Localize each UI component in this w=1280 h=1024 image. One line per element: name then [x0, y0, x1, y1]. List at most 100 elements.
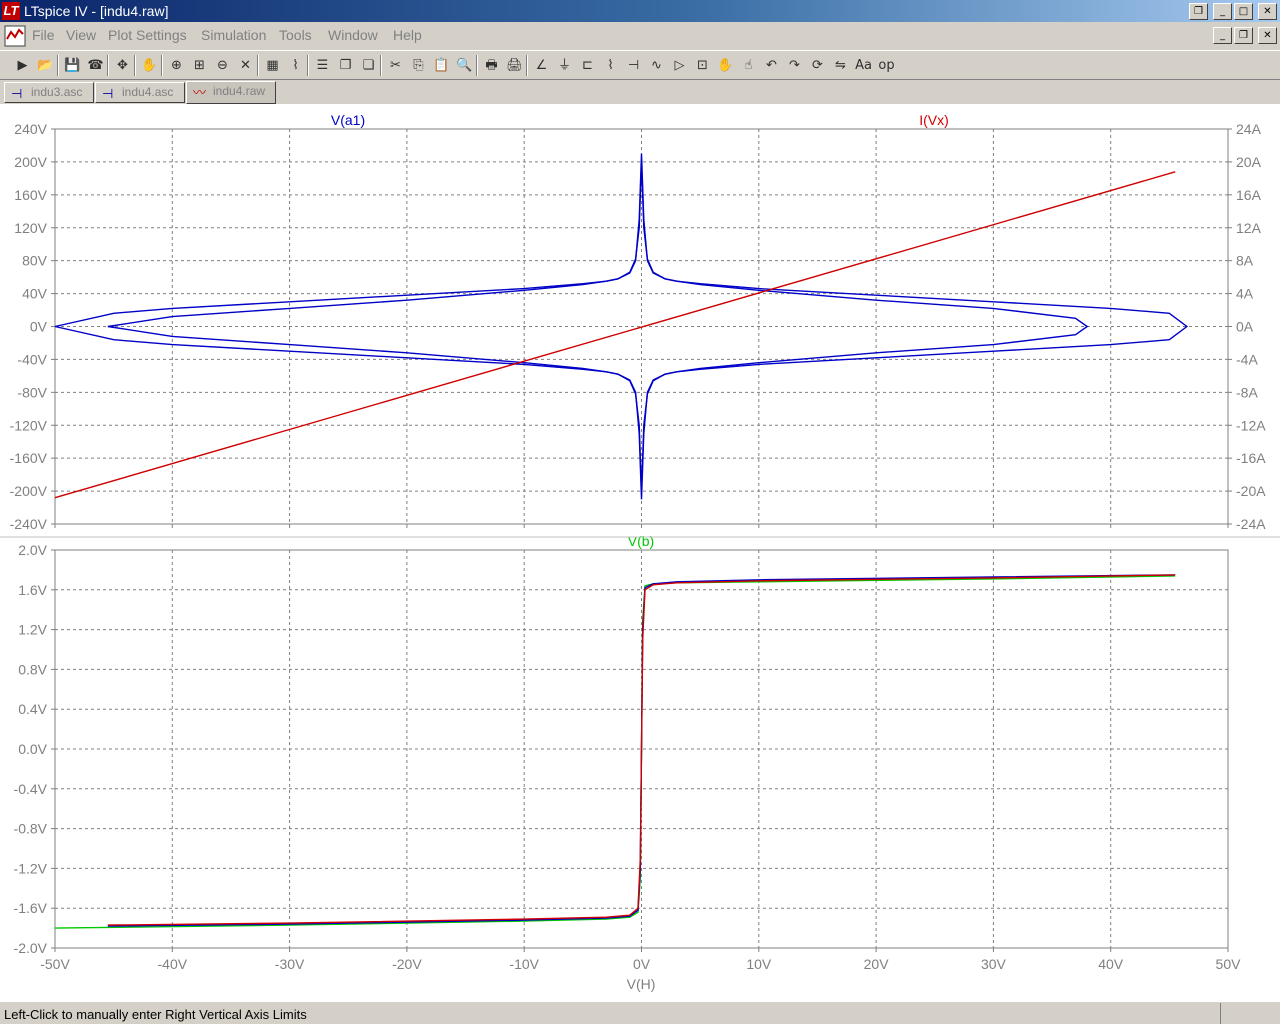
tile-horizontal-icon[interactable]: ☰: [314, 57, 331, 74]
zoom-in-icon[interactable]: ⊕: [168, 57, 185, 74]
left-axis-tick-label[interactable]: -0.4V: [14, 781, 48, 797]
left-axis-tick-label[interactable]: -1.2V: [14, 860, 48, 876]
doc-minimize-button[interactable]: _: [1213, 27, 1232, 44]
save-icon[interactable]: 💾: [64, 57, 81, 74]
left-axis-tick-label[interactable]: -2.0V: [14, 940, 48, 956]
autorange-icon[interactable]: ✥: [114, 57, 131, 74]
right-axis-tick-label[interactable]: 8A: [1236, 253, 1254, 269]
right-axis-tick-label[interactable]: 4A: [1236, 286, 1254, 302]
waveform-viewer[interactable]: 240V 200V 160V 120V 80V 40V 0V -40V -80V -120V -16…: [0, 104, 1280, 1002]
right-axis-tick-label[interactable]: 24A: [1236, 121, 1262, 137]
resistor-icon[interactable]: ⌇: [602, 57, 619, 74]
toolbar-separator: [134, 55, 136, 76]
ground-icon[interactable]: ⏚: [556, 57, 573, 74]
right-axis-tick-label[interactable]: -24A: [1236, 516, 1266, 532]
left-axis-tick-label[interactable]: -0.8V: [14, 821, 48, 837]
menu-tools[interactable]: Tools: [279, 27, 312, 43]
tile-vertical-icon[interactable]: ❏: [360, 57, 377, 74]
left-axis-tick-label[interactable]: 240V: [14, 121, 47, 137]
zoom-out-icon[interactable]: ⊖: [214, 57, 231, 74]
menu-simulation[interactable]: Simulation: [201, 27, 266, 43]
tab-indu4-asc[interactable]: ⊣ indu4.asc: [95, 82, 185, 103]
restore-icon[interactable]: ❐: [1189, 3, 1208, 20]
left-axis-tick-label[interactable]: 120V: [14, 220, 47, 236]
x-tick-label: -10V: [509, 956, 539, 972]
left-axis-tick-label[interactable]: 160V: [14, 187, 47, 203]
x-axis-label[interactable]: V(H): [627, 976, 656, 992]
cut-icon[interactable]: ✂: [387, 57, 404, 74]
inductor-icon[interactable]: ∿: [648, 57, 665, 74]
right-axis-tick-label[interactable]: 20A: [1236, 154, 1262, 170]
find-icon[interactable]: 🔍: [456, 57, 473, 74]
left-axis-tick-label[interactable]: 0V: [30, 319, 48, 335]
right-axis-tick-label[interactable]: 0A: [1236, 319, 1254, 335]
doc-restore-button[interactable]: ❐: [1234, 27, 1253, 44]
left-axis-tick-label[interactable]: 2.0V: [18, 542, 47, 558]
move-icon[interactable]: ✋: [717, 57, 734, 74]
trace-label-vb[interactable]: V(b): [628, 533, 654, 549]
menu-bar: File View Plot Settings Simulation Tools…: [0, 23, 1280, 49]
waveform-plot[interactable]: 240V 200V 160V 120V 80V 40V 0V -40V -80V -120V -16…: [0, 104, 1280, 1002]
menu-help[interactable]: Help: [393, 27, 422, 43]
left-axis-tick-label[interactable]: -160V: [10, 450, 48, 466]
left-axis-tick-label[interactable]: 200V: [14, 154, 47, 170]
left-axis-tick-label[interactable]: -240V: [10, 516, 48, 532]
zoom-area-icon[interactable]: ⊞: [191, 57, 208, 74]
left-axis-tick-label[interactable]: -200V: [10, 483, 48, 499]
left-axis-tick-label[interactable]: 80V: [22, 253, 48, 269]
print-setup-icon[interactable]: 🖨: [506, 57, 523, 74]
close-button[interactable]: ✕: [1258, 3, 1277, 20]
right-axis-tick-label[interactable]: 12A: [1236, 220, 1262, 236]
right-axis-tick-label[interactable]: -20A: [1236, 483, 1266, 499]
pan-icon[interactable]: ✋: [141, 57, 158, 74]
left-axis-tick-label[interactable]: 0.4V: [18, 701, 47, 717]
left-axis-tick-label[interactable]: -1.6V: [14, 900, 48, 916]
right-axis-tick-label[interactable]: -12A: [1236, 417, 1266, 433]
print-icon[interactable]: 🖶: [483, 57, 500, 74]
copy-icon[interactable]: ⎘: [410, 57, 427, 74]
drag-icon[interactable]: ☝: [740, 57, 757, 74]
doc-close-button[interactable]: ✕: [1258, 27, 1277, 44]
menu-file[interactable]: File: [32, 27, 55, 43]
right-axis-tick-label[interactable]: -16A: [1236, 450, 1266, 466]
rotate-icon[interactable]: ⟳: [809, 57, 826, 74]
open-icon[interactable]: 📂: [37, 57, 54, 74]
label-icon[interactable]: ⊏: [579, 57, 596, 74]
menu-view[interactable]: View: [66, 27, 96, 43]
control-panel-icon[interactable]: ☎: [87, 57, 104, 74]
left-axis-tick-label[interactable]: 0.0V: [18, 741, 47, 757]
diode-icon[interactable]: ▷: [671, 57, 688, 74]
cascade-icon[interactable]: ❐: [337, 57, 354, 74]
left-axis-tick-label[interactable]: 1.2V: [18, 622, 47, 638]
capacitor-icon[interactable]: ⊣: [625, 57, 642, 74]
text-icon[interactable]: Aa: [855, 57, 872, 74]
maximize-button[interactable]: □: [1234, 3, 1253, 20]
grid-icon[interactable]: ▦: [264, 57, 281, 74]
marker-icon[interactable]: ⌇: [287, 57, 304, 74]
redo-icon[interactable]: ↷: [786, 57, 803, 74]
left-axis-tick-label[interactable]: -80V: [17, 384, 47, 400]
left-axis-tick-label[interactable]: -40V: [17, 351, 47, 367]
trace-label-ivx[interactable]: I(Vx): [919, 112, 949, 128]
menu-window[interactable]: Window: [328, 27, 378, 43]
wire-icon[interactable]: ∠: [533, 57, 550, 74]
undo-icon[interactable]: ↶: [763, 57, 780, 74]
cancel-icon[interactable]: ✕: [237, 57, 254, 74]
component-icon[interactable]: ⊡: [694, 57, 711, 74]
left-axis-tick-label[interactable]: -120V: [10, 417, 48, 433]
menu-plot-settings[interactable]: Plot Settings: [108, 27, 187, 43]
spice-directive-icon[interactable]: op: [878, 57, 895, 74]
tab-indu3-asc[interactable]: ⊣ indu3.asc: [4, 82, 94, 103]
tab-indu4-raw[interactable]: 〰 indu4.raw: [186, 81, 276, 104]
left-axis-tick-label[interactable]: 0.8V: [18, 661, 47, 677]
trace-label-va1[interactable]: V(a1): [331, 112, 365, 128]
run-icon[interactable]: ▶: [14, 57, 31, 74]
mirror-icon[interactable]: ⇋: [832, 57, 849, 74]
left-axis-tick-label[interactable]: 40V: [22, 286, 48, 302]
right-axis-tick-label[interactable]: -4A: [1236, 351, 1258, 367]
minimize-button[interactable]: _: [1213, 3, 1232, 20]
right-axis-tick-label[interactable]: 16A: [1236, 187, 1262, 203]
left-axis-tick-label[interactable]: 1.6V: [18, 582, 47, 598]
paste-icon[interactable]: 📋: [433, 57, 450, 74]
right-axis-tick-label[interactable]: -8A: [1236, 384, 1258, 400]
